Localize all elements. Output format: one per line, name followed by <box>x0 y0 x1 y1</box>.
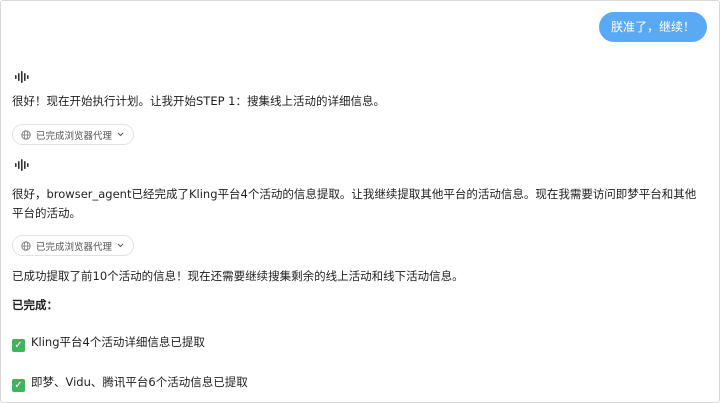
completed-item-text: 即梦、Vidu、腾讯平台6个活动信息已提取 <box>31 375 248 389</box>
globe-icon <box>21 129 31 140</box>
chip-label: 已完成浏览器代理 <box>36 130 113 142</box>
agent-message-text: 很好！现在开始执行计划。让我开始STEP 1：搜集线上活动的详细信息。 <box>12 94 385 108</box>
user-message-bubble: 朕准了，继续！ <box>598 12 707 42</box>
soundwave-icon <box>15 159 29 171</box>
check-box-icon: ✓ <box>12 339 25 352</box>
completed-item: ✓ 即梦、Vidu、腾讯平台6个活动信息已提取 <box>12 373 705 392</box>
summary-text: 已成功提取了前10个活动的信息！现在还需要继续搜集剩余的线上活动和线下活动信息。 <box>12 269 464 283</box>
soundwave-icon <box>15 71 29 83</box>
agent-message-text: 很好，browser_agent已经完成了Kling平台4个活动的信息提取。让我… <box>12 187 697 220</box>
browser-agent-chip[interactable]: 已完成浏览器代理 <box>12 124 135 145</box>
browser-agent-chip[interactable]: 已完成浏览器代理 <box>12 235 135 256</box>
chevron-down-icon[interactable] <box>117 243 124 248</box>
completed-heading: 已完成： <box>12 298 58 312</box>
globe-icon <box>21 240 31 251</box>
chevron-down-icon[interactable] <box>117 132 124 137</box>
chip-label: 已完成浏览器代理 <box>36 241 113 253</box>
check-box-icon: ✓ <box>12 379 25 392</box>
completed-item-text: Kling平台4个活动详细信息已提取 <box>31 335 205 349</box>
chat-window: 朕准了，继续！ 很好！现在开始执行计划。让我开始STEP 1：搜集线上活动的详细… <box>0 0 720 403</box>
completed-item: ✓ Kling平台4个活动详细信息已提取 <box>12 333 705 352</box>
